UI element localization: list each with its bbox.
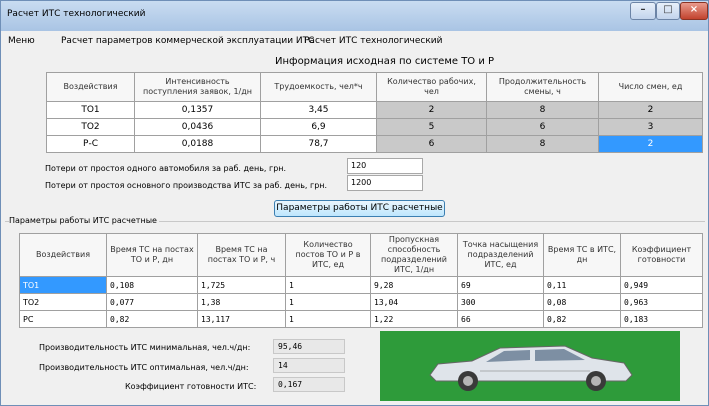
col-header: Количество рабочих, чел xyxy=(376,72,487,102)
table-row: ТО1 0,108 1,725 1 9,28 69 0,11 0,949 xyxy=(19,276,703,294)
table-cell[interactable]: 0,0436 xyxy=(134,118,261,136)
table-cell[interactable]: 0,963 xyxy=(620,293,703,311)
col-header: Интенсивность поступления заявок, 1/дн xyxy=(134,72,261,102)
menu-commercial[interactable]: Расчет параметров коммерческой эксплуата… xyxy=(61,36,314,46)
title-bar: Расчет ИТС технологический – □ × xyxy=(1,1,708,31)
table-cell[interactable]: 3 xyxy=(598,118,703,136)
close-button[interactable]: × xyxy=(680,2,708,20)
table-cell[interactable]: 9,28 xyxy=(370,276,458,294)
table-cell[interactable]: 0,82 xyxy=(106,310,198,328)
readiness-label: Коэффициент готовности ИТС: xyxy=(125,382,257,391)
table-row: РС 0,82 13,117 1 1,22 66 0,82 0,183 xyxy=(19,310,703,328)
car-icon xyxy=(429,345,633,391)
table-cell[interactable]: Р-С xyxy=(46,135,135,153)
menu-bar: Меню Расчет параметров коммерческой эксп… xyxy=(1,31,708,51)
readiness-value: 0,167 xyxy=(273,377,345,392)
table-cell[interactable]: 0,1357 xyxy=(134,101,261,119)
opt-productivity-value: 14 xyxy=(273,358,345,373)
info-title: Информация исходная по системе ТО и Р xyxy=(275,56,495,67)
table-cell-selected[interactable]: 2 xyxy=(598,135,703,153)
table-cell[interactable]: 6,9 xyxy=(260,118,377,136)
table-cell[interactable]: 0,949 xyxy=(620,276,703,294)
opt-productivity-label: Производительность ИТС оптимальная, чел.… xyxy=(39,363,249,372)
menu-main[interactable]: Меню xyxy=(8,36,35,46)
row-header[interactable]: РС xyxy=(19,310,107,328)
loss-production-label: Потери от простоя основного производства… xyxy=(45,181,328,190)
col-header: Число смен, ед xyxy=(598,72,703,102)
table-cell[interactable]: 0,11 xyxy=(543,276,621,294)
col-header: Количество постов ТО и Р в ИТС, ед xyxy=(285,233,371,277)
table-cell[interactable]: 6 xyxy=(486,118,599,136)
col-header: Время ТС на постах ТО и Р, дн xyxy=(106,233,198,277)
table-cell[interactable]: 0,0188 xyxy=(134,135,261,153)
min-productivity-label: Производительность ИТС минимальная, чел.… xyxy=(39,343,251,352)
input-table: Воздействия Интенсивность поступления за… xyxy=(46,72,703,153)
col-header: Коэффициент готовности xyxy=(620,233,703,277)
table-cell[interactable]: ТО1 xyxy=(46,101,135,119)
close-icon: × xyxy=(689,4,699,15)
table-cell[interactable]: 8 xyxy=(486,135,599,153)
table-cell[interactable]: 0,108 xyxy=(106,276,198,294)
table-cell[interactable]: 2 xyxy=(598,101,703,119)
table-cell[interactable]: 13,04 xyxy=(370,293,458,311)
col-header: Продолжительность смены, ч xyxy=(486,72,599,102)
table-cell[interactable]: 5 xyxy=(376,118,487,136)
table-cell[interactable]: 1 xyxy=(285,276,371,294)
table-cell[interactable]: 69 xyxy=(457,276,544,294)
table-cell[interactable]: 1,38 xyxy=(197,293,286,311)
table-cell[interactable]: 1,725 xyxy=(197,276,286,294)
col-header: Воздействия xyxy=(19,233,107,277)
window-title: Расчет ИТС технологический xyxy=(7,9,146,19)
table-cell[interactable]: 1 xyxy=(285,293,371,311)
table-cell[interactable]: ТО2 xyxy=(46,118,135,136)
loss-vehicle-label: Потери от простоя одного автомобиля за р… xyxy=(45,164,287,173)
minimize-button[interactable]: – xyxy=(630,2,656,20)
table-cell[interactable]: 0,077 xyxy=(106,293,198,311)
table-cell[interactable]: 8 xyxy=(486,101,599,119)
table-cell[interactable]: 66 xyxy=(457,310,544,328)
col-header: Время ТС в ИТС, дн xyxy=(543,233,621,277)
maximize-icon: □ xyxy=(663,4,673,15)
table-cell[interactable]: 13,117 xyxy=(197,310,286,328)
table-row: ТО1 0,1357 3,45 2 8 2 xyxy=(46,101,703,119)
table-cell[interactable]: 0,82 xyxy=(543,310,621,328)
table-cell[interactable]: 300 xyxy=(457,293,544,311)
col-header: Воздействия xyxy=(46,72,135,102)
table-cell[interactable]: 78,7 xyxy=(260,135,377,153)
row-header[interactable]: ТО2 xyxy=(19,293,107,311)
col-header: Пропускная способность подразделений ИТС… xyxy=(370,233,458,277)
table-row: ТО2 0,0436 6,9 5 6 3 xyxy=(46,118,703,136)
col-header: Трудоемкость, чел*ч xyxy=(260,72,377,102)
table-cell[interactable]: 3,45 xyxy=(260,101,377,119)
results-table: Воздействия Время ТС на постах ТО и Р, д… xyxy=(19,233,703,328)
loss-production-input[interactable]: 1200 xyxy=(347,175,423,191)
table-cell[interactable]: 6 xyxy=(376,135,487,153)
minimize-icon: – xyxy=(640,4,646,15)
row-header-selected[interactable]: ТО1 xyxy=(19,276,107,294)
min-productivity-value: 95,46 xyxy=(273,339,345,354)
menu-technological[interactable]: Расчет ИТС технологический xyxy=(304,36,443,46)
table-cell[interactable]: 0,08 xyxy=(543,293,621,311)
col-header: Точка насыщения подразделений ИТС, ед xyxy=(457,233,544,277)
calc-params-button[interactable]: Параметры работы ИТС расчетные xyxy=(274,200,445,217)
col-header: Время ТС на постах ТО и Р, ч xyxy=(197,233,286,277)
table-cell[interactable]: 0,183 xyxy=(620,310,703,328)
table-row: Р-С 0,0188 78,7 6 8 2 xyxy=(46,135,703,153)
group-title: Параметры работы ИТС расчетные xyxy=(9,216,159,225)
app-window: Расчет ИТС технологический – □ × Меню Ра… xyxy=(0,0,709,406)
table-cell[interactable]: 1 xyxy=(285,310,371,328)
table-cell[interactable]: 1,22 xyxy=(370,310,458,328)
maximize-button[interactable]: □ xyxy=(656,2,680,20)
table-row: ТО2 0,077 1,38 1 13,04 300 0,08 0,963 xyxy=(19,293,703,311)
loss-vehicle-input[interactable]: 120 xyxy=(347,158,423,174)
car-image xyxy=(380,331,680,401)
table-cell[interactable]: 2 xyxy=(376,101,487,119)
